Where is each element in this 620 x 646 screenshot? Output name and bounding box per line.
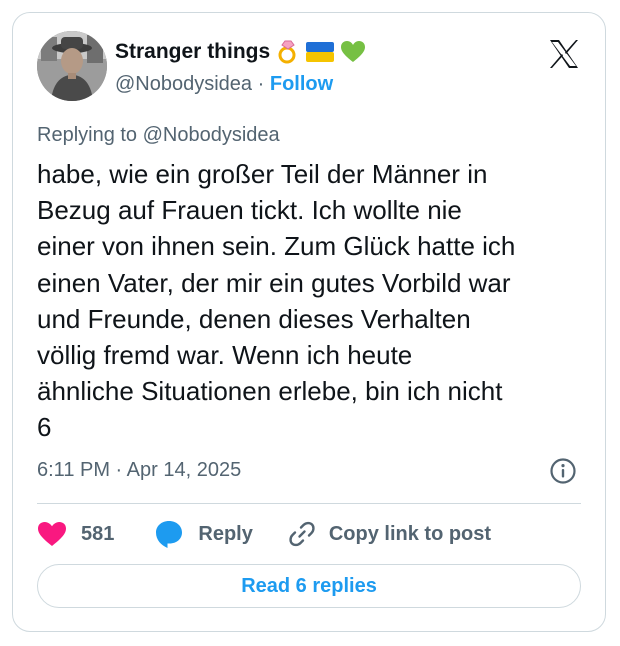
reply-context-mention[interactable]: @Nobodysidea <box>143 124 280 146</box>
author-handle[interactable]: @Nobodysidea <box>115 73 252 95</box>
like-count: 581 <box>81 522 115 545</box>
heart-icon <box>38 522 66 546</box>
author-display-name[interactable]: Stranger things <box>115 40 270 64</box>
reply-label: Reply <box>198 522 253 545</box>
profile-photo-icon <box>37 31 107 101</box>
author-handle-row: @Nobodysidea · Follow <box>115 73 333 96</box>
green-heart-emoji-icon <box>340 40 366 64</box>
ukraine-flag-emoji-icon <box>306 42 335 62</box>
author-name-row[interactable]: Stranger things <box>115 39 366 65</box>
info-icon[interactable] <box>549 457 577 485</box>
post-text: habe, wie ein großer Teil der Männer in … <box>37 159 516 443</box>
copy-link-label: Copy link to post <box>328 522 492 545</box>
x-logo-icon[interactable] <box>547 37 581 71</box>
post-timestamp[interactable]: 6:11 PM · Apr 14, 2025 <box>37 459 241 482</box>
action-bar: 581 Reply Copy link to post <box>37 517 491 551</box>
tweet-card: Stranger things @Nobodysidea · Follow Re… <box>12 12 606 632</box>
handle-separator: · <box>257 73 265 95</box>
read-replies-button[interactable]: Read 6 replies <box>37 564 581 608</box>
like-button[interactable]: 581 <box>37 521 114 547</box>
ring-emoji-icon <box>276 39 300 65</box>
reply-button[interactable]: Reply <box>154 519 253 549</box>
speech-bubble-icon <box>156 521 183 548</box>
copy-link-button[interactable]: Copy link to post <box>287 519 491 549</box>
reply-context-prefix: Replying to <box>37 124 138 146</box>
divider <box>37 503 581 504</box>
link-icon <box>289 521 315 547</box>
avatar[interactable] <box>37 31 107 101</box>
reply-context: Replying to @Nobodysidea <box>37 124 280 147</box>
follow-button[interactable]: Follow <box>270 73 333 95</box>
